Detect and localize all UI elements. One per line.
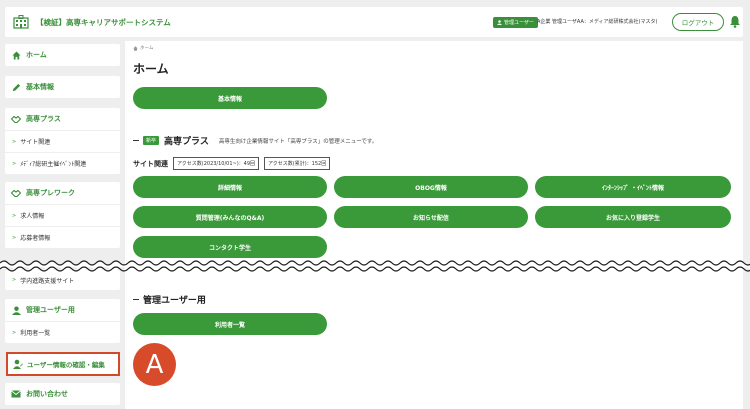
section-title: 管理ユーザー用 xyxy=(143,296,206,306)
sidebar-item-label: 管理ユーザー用 xyxy=(26,306,75,314)
pencil-icon xyxy=(11,82,21,92)
user-edit-icon xyxy=(13,359,23,369)
sidebar-subitem-applicants[interactable]: > 応募者情報 xyxy=(5,226,120,248)
sidebar: ホーム 基本情報 高専プラス > サイト関連 > ﾒﾃﾞｨｱ総研主催ｲﾍﾞﾝﾄ関連 … xyxy=(5,44,120,409)
brand[interactable]: 【検証】高専キャリアサポートシステム xyxy=(13,15,171,29)
handshake-icon xyxy=(11,188,21,198)
sidebar-item-label: 高専プレワーク xyxy=(26,189,75,197)
annotation-avatar: A xyxy=(133,343,176,386)
sidebar-item-kosen-plus[interactable]: 高専プラス xyxy=(5,108,120,130)
breadcrumb: ホーム xyxy=(133,45,153,51)
bell-icon[interactable] xyxy=(729,15,741,28)
sidebar-item-label: お問い合わせ xyxy=(26,390,68,398)
sidebar-item-home[interactable]: ホーム xyxy=(5,44,120,66)
sidebar-subitem-label: 利用者一覧 xyxy=(20,330,51,337)
admin-badge-label: 管理ユーザー xyxy=(504,20,534,26)
section-dash xyxy=(133,298,139,301)
access-count-total: アクセス数(累計)：152回 xyxy=(264,157,331,170)
sidebar-subitem-label: サイト関連 xyxy=(20,139,51,146)
sidebar-subitem-events[interactable]: > ﾒﾃﾞｨｱ総研主催ｲﾍﾞﾝﾄ関連 xyxy=(5,152,120,174)
chevron-right-icon: > xyxy=(12,277,17,283)
main-content: ホーム ホーム 基本情報 新卒 高専プラス 高専生向け企業情報サイト「高専プラス… xyxy=(125,41,743,409)
kosen-plus-section-header: 新卒 高専プラス 高専生向け企業情報サイト「高専プラス」の管理メニューです。 xyxy=(133,134,377,147)
access-count-period: アクセス数(2023/10/01~)：49回 xyxy=(173,157,260,170)
handshake-icon xyxy=(11,114,21,124)
sidebar-item-basic-info[interactable]: 基本情報 xyxy=(5,76,120,98)
page-break-divider xyxy=(0,260,750,272)
section-description: 高専生向け企業情報サイト「高専プラス」の管理メニューです。 xyxy=(218,138,378,145)
sidebar-item-label: ホーム xyxy=(26,51,47,59)
favorite-students-button[interactable]: お気に入り登録学生 xyxy=(535,206,731,228)
chevron-right-icon: > xyxy=(12,329,17,336)
chevron-right-icon: > xyxy=(12,160,17,167)
user-icon xyxy=(11,305,21,315)
sidebar-item-admin-users[interactable]: 管理ユーザー用 xyxy=(5,299,120,321)
admin-badge: 管理ユーザー xyxy=(493,17,538,28)
chevron-right-icon: > xyxy=(12,212,17,219)
top-header: 【検証】高専キャリアサポートシステム 管理ユーザー A企業 管理ユーザAA：メデ… xyxy=(5,7,743,37)
site-label: サイト関連 xyxy=(133,159,168,168)
mail-icon xyxy=(11,389,21,399)
sidebar-subitem-label: 求人情報 xyxy=(20,213,45,220)
current-user-name: A企業 管理ユーザAA：メディア総研株式会社(マスタ) xyxy=(537,19,658,25)
internship-event-button[interactable]: ｲﾝﾀｰﾝｼｯﾌﾟ ・ｲﾍﾞﾝﾄ情報 xyxy=(535,176,731,198)
sidebar-group-kosen-prework: 高専プレワーク > 求人情報 > 応募者情報 xyxy=(5,182,120,248)
new-grad-tag: 新卒 xyxy=(143,136,160,145)
chevron-right-icon: > xyxy=(12,234,17,241)
user-icon xyxy=(497,20,502,25)
logout-button[interactable]: ログアウト xyxy=(672,13,724,31)
site-stats-row: サイト関連 アクセス数(2023/10/01~)：49回 アクセス数(累計)：1… xyxy=(133,157,331,170)
sidebar-item-label: 高専プラス xyxy=(26,115,61,123)
sidebar-subitem-user-list[interactable]: > 利用者一覧 xyxy=(5,321,120,343)
sidebar-item-label: ユーザー情報の確認・編集 xyxy=(27,361,105,369)
sidebar-subitem-label: ﾒﾃﾞｨｱ総研主催ｲﾍﾞﾝﾄ関連 xyxy=(20,161,87,168)
sidebar-item-label: 基本情報 xyxy=(26,83,54,91)
sidebar-item-kosen-prework[interactable]: 高専プレワーク xyxy=(5,182,120,204)
section-dash xyxy=(133,139,139,142)
breadcrumb-home[interactable]: ホーム xyxy=(140,45,153,51)
obog-info-button[interactable]: OBOG情報 xyxy=(334,176,528,198)
section-title: 高専プラス xyxy=(164,137,209,147)
sidebar-group-kosen-plus: 高専プラス > サイト関連 > ﾒﾃﾞｨｱ総研主催ｲﾍﾞﾝﾄ関連 xyxy=(5,108,120,174)
admin-section-header: 管理ユーザー用 xyxy=(133,293,216,306)
home-icon xyxy=(133,45,138,51)
sidebar-subitem-label: 応募者情報 xyxy=(20,235,51,242)
sidebar-subitem-site[interactable]: > サイト関連 xyxy=(5,130,120,152)
sidebar-subitem-job-info[interactable]: > 求人情報 xyxy=(5,204,120,226)
sidebar-item-contact[interactable]: お問い合わせ xyxy=(5,383,120,405)
notification-button[interactable]: お知らせ配信 xyxy=(334,206,528,228)
basic-info-button[interactable]: 基本情報 xyxy=(133,87,327,109)
home-icon xyxy=(11,50,21,60)
sidebar-item-user-info-edit[interactable]: ユーザー情報の確認・編集 xyxy=(6,352,120,376)
sidebar-subitem-label: 学内進路支援サイト xyxy=(20,277,75,285)
contact-students-button[interactable]: コンタクト学生 xyxy=(133,236,327,258)
question-management-button[interactable]: 質問管理(みんなのQ&A) xyxy=(133,206,327,228)
page-title: ホーム xyxy=(133,62,169,76)
chevron-right-icon: > xyxy=(12,138,17,145)
detail-info-button[interactable]: 詳細情報 xyxy=(133,176,327,198)
school-building-icon xyxy=(13,15,29,29)
app-title: 【検証】高専キャリアサポートシステム xyxy=(36,17,171,27)
sidebar-group-admin-users: 管理ユーザー用 > 利用者一覧 xyxy=(5,299,120,343)
user-list-button[interactable]: 利用者一覧 xyxy=(133,313,327,335)
